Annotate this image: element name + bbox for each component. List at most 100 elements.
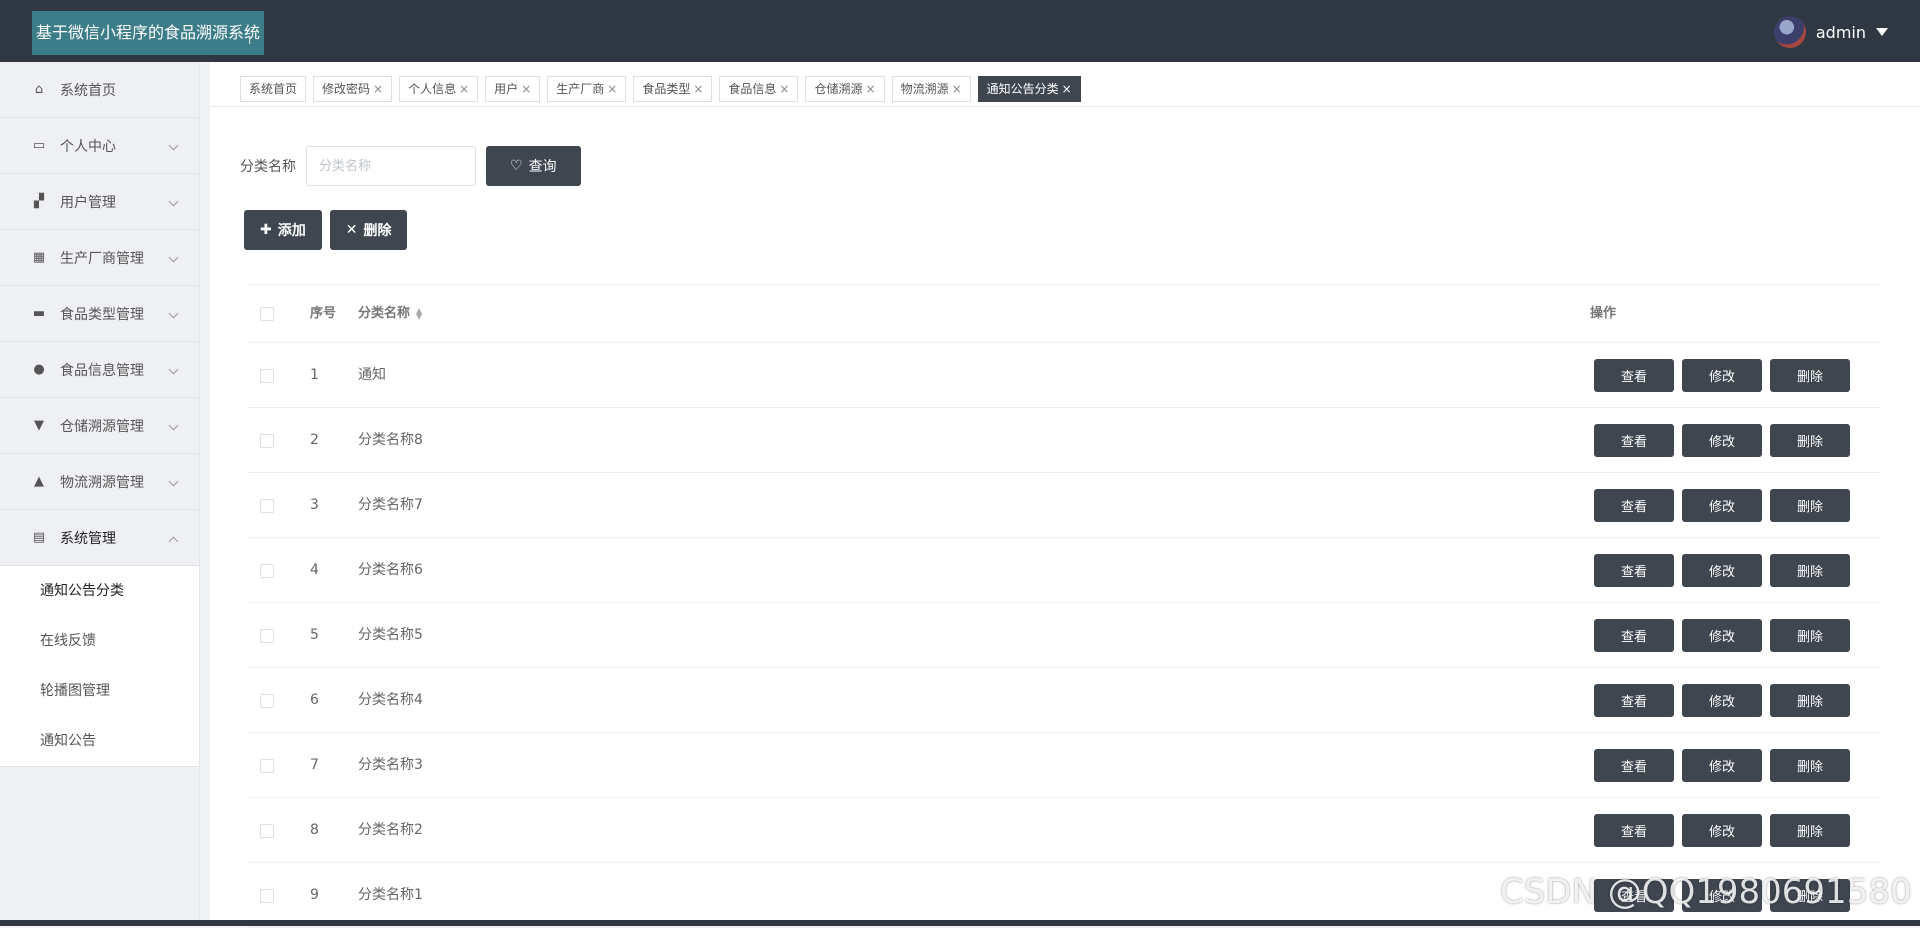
close-icon[interactable]: × [373,82,383,96]
tab-7[interactable]: 仓储溯源 × [805,76,885,102]
tab-9[interactable]: 通知公告分类 × [977,76,1081,102]
close-icon[interactable]: × [607,82,617,96]
close-icon[interactable]: × [693,82,703,96]
sidebar-item-label: 物流溯源管理 [60,474,144,491]
chevron-down-icon [168,308,179,319]
sidebar-item-8[interactable]: ▤ 系统管理 [0,510,199,566]
sidebar-item-6[interactable]: ▼ 仓储溯源管理 [0,398,199,454]
sidebar-item-0[interactable]: ⌂ 系统首页 [0,62,199,118]
delete-row-button[interactable]: 删除 [1770,749,1850,782]
row-name: 分类名称4 [358,692,423,708]
row-checkbox[interactable] [260,889,274,903]
close-icon[interactable]: × [1062,82,1072,96]
row-checkbox[interactable] [260,694,274,708]
row-actions: 查看 修改 删除 [1594,684,1850,717]
add-button[interactable]: ✚ 添加 [244,210,322,250]
tab-2[interactable]: 个人信息 × [399,76,479,102]
view-button[interactable]: 查看 [1594,684,1674,717]
delete-row-button[interactable]: 删除 [1770,619,1850,652]
row-actions: 查看 修改 删除 [1594,749,1850,782]
select-all-checkbox[interactable] [260,307,274,321]
edit-button[interactable]: 修改 [1682,749,1762,782]
delete-row-button[interactable]: 删除 [1770,489,1850,522]
tab-label: 通知公告分类 [986,82,1059,96]
tab-label: 仓储溯源 [814,82,863,96]
row-name: 分类名称2 [358,822,423,838]
row-actions: 查看 修改 删除 [1594,619,1850,652]
view-button[interactable]: 查看 [1594,619,1674,652]
view-button[interactable]: 查看 [1594,424,1674,457]
home-icon: ⌂ [34,82,44,97]
tab-6[interactable]: 食品信息 × [719,76,799,102]
delete-row-button[interactable]: 删除 [1770,814,1850,847]
caret-down-icon[interactable] [1876,28,1888,36]
row-index: 7 [310,757,319,773]
tab-0[interactable]: 系统首页 [240,76,307,102]
row-index: 8 [310,822,319,838]
avatar[interactable] [1773,16,1806,48]
row-name: 分类名称8 [358,432,423,448]
row-checkbox[interactable] [260,564,274,578]
close-icon[interactable]: × [521,82,531,96]
submenu-item[interactable]: 在线反馈 [0,616,199,666]
row-actions: 查看 修改 删除 [1594,489,1850,522]
search-button[interactable]: ♡ 查询 [486,146,581,186]
tab-3[interactable]: 用户 × [485,76,541,102]
table-row: 6 分类名称4 查看 修改 删除 [248,668,1880,733]
close-icon[interactable]: × [866,82,876,96]
edit-button[interactable]: 修改 [1682,684,1762,717]
tab-8[interactable]: 物流溯源 × [891,76,971,102]
row-checkbox[interactable] [260,824,274,838]
submenu-item[interactable]: 轮播图管理 [0,666,199,716]
edit-button[interactable]: 修改 [1682,814,1762,847]
chevron-down-icon [168,196,179,207]
view-button[interactable]: 查看 [1594,814,1674,847]
close-icon[interactable]: × [952,82,962,96]
submenu-item[interactable]: 通知公告分类 [0,566,199,616]
user-menu[interactable]: admin [1773,15,1888,49]
submenu-item[interactable]: 通知公告 [0,716,199,766]
delete-row-button[interactable]: 删除 [1770,554,1850,587]
sidebar-item-5[interactable]: ● 食品信息管理 [0,342,199,398]
delete-row-button[interactable]: 删除 [1770,424,1850,457]
tab-label: 系统首页 [249,82,298,96]
sidebar-item-4[interactable]: ▬ 食品类型管理 [0,286,199,342]
view-button[interactable]: 查看 [1594,749,1674,782]
tab-1[interactable]: 修改密码 × [313,76,393,102]
sidebar-item-3[interactable]: ▦ 生产厂商管理 [0,230,199,286]
search-input[interactable] [306,146,476,186]
edit-button[interactable]: 修改 [1682,554,1762,587]
username[interactable]: admin [1816,23,1866,42]
row-index: 3 [310,497,319,513]
delete-row-button[interactable]: 删除 [1770,359,1850,392]
row-checkbox[interactable] [260,499,274,513]
edit-button[interactable]: 修改 [1682,359,1762,392]
sort-icon[interactable]: ▲ ▼ [416,306,422,320]
header-name[interactable]: 分类名称 ▲ ▼ [358,285,422,343]
edit-button[interactable]: 修改 [1682,489,1762,522]
sidebar-item-label: 个人中心 [60,138,116,155]
sidebar-item-7[interactable]: ▲ 物流溯源管理 [0,454,199,510]
edit-button[interactable]: 修改 [1682,619,1762,652]
row-checkbox[interactable] [260,629,274,643]
close-icon[interactable]: × [459,82,469,96]
edit-button[interactable]: 修改 [1682,424,1762,457]
row-checkbox[interactable] [260,759,274,773]
tab-4[interactable]: 生产厂商 × [547,76,627,102]
header-name-label: 分类名称 [358,306,411,321]
view-button[interactable]: 查看 [1594,359,1674,392]
delete-button[interactable]: ✕ 删除 [329,210,408,250]
view-button[interactable]: 查看 [1594,554,1674,587]
row-checkbox[interactable] [260,434,274,448]
tab-label: 食品信息 [728,82,777,96]
sidebar-item-1[interactable]: ▭ 个人中心 [0,118,199,174]
table-header: 序号 分类名称 ▲ ▼ 操作 [248,285,1880,343]
delete-row-button[interactable]: 删除 [1770,684,1850,717]
tab-5[interactable]: 食品类型 × [633,76,713,102]
view-button[interactable]: 查看 [1594,489,1674,522]
sidebar-item-2[interactable]: ▞ 用户管理 [0,174,199,230]
stamp-icon: ▼ [34,418,44,433]
close-icon[interactable]: × [779,82,789,96]
row-checkbox[interactable] [260,369,274,383]
row-index: 1 [310,367,319,383]
